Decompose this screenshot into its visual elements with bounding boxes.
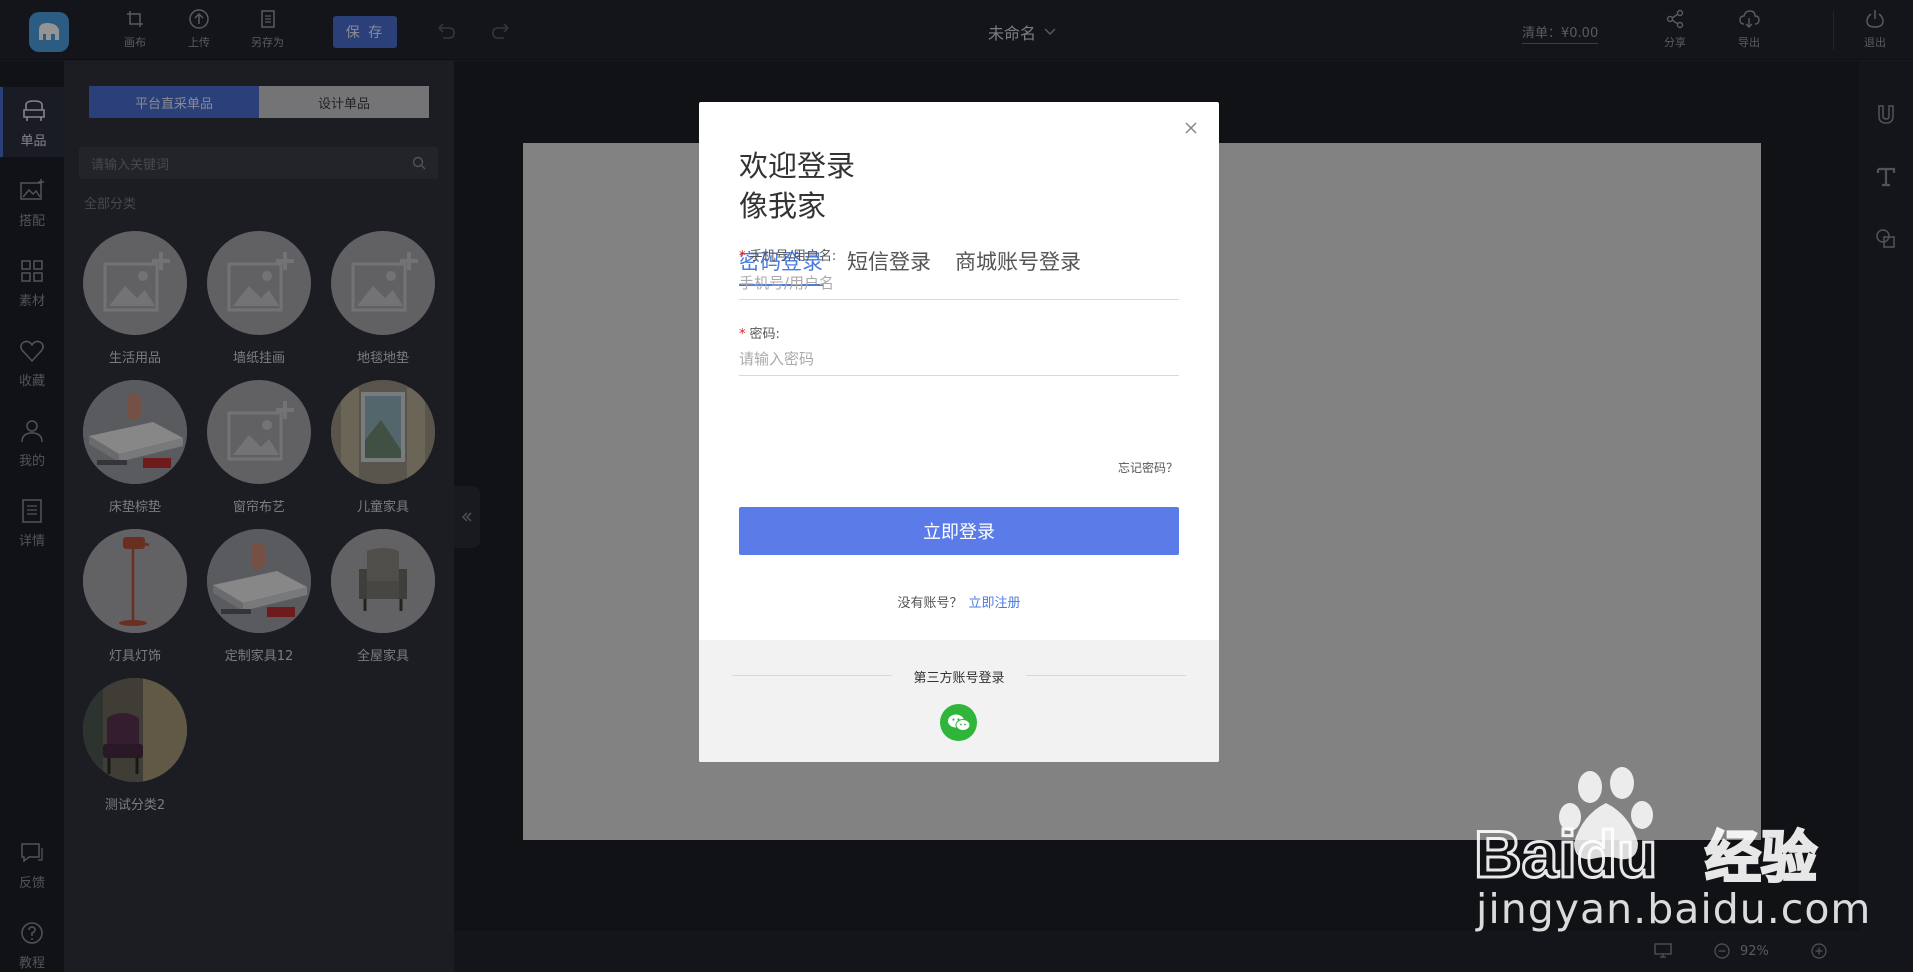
username-label-text: 手机号/用户名:: [749, 249, 837, 264]
no-account-text: 没有账号？: [897, 596, 963, 611]
watermark-brand-cn: 经验: [1705, 826, 1817, 891]
watermark-brand: Baidu: [1474, 817, 1657, 891]
password-input[interactable]: 请输入密码: [739, 342, 1179, 376]
third-party-label: 第三方账号登录: [913, 671, 1005, 686]
username-label: * 手机号/用户名:: [739, 245, 836, 264]
password-placeholder: 请输入密码: [739, 350, 815, 368]
forgot-password-link[interactable]: 忘记密码？: [1118, 459, 1178, 476]
password-label-text: 密码:: [749, 327, 780, 342]
register-link[interactable]: 立即注册: [969, 596, 1021, 611]
wechat-login-button[interactable]: [940, 704, 977, 741]
dialog-title-line2: 像我家: [739, 189, 827, 223]
login-dialog: 欢迎登录 像我家 密码登录 短信登录 商城账号登录 * 手机号/用户名: 手机号/…: [699, 102, 1219, 762]
wechat-icon: [947, 714, 970, 731]
dialog-title-line1: 欢迎登录: [739, 149, 856, 183]
required-marker: *: [739, 327, 746, 342]
password-label: * 密码:: [739, 323, 780, 342]
username-input[interactable]: 手机号/用户名: [739, 266, 1179, 300]
login-button[interactable]: 立即登录: [739, 507, 1179, 555]
required-marker: *: [739, 249, 746, 264]
third-party-login: 第三方账号登录: [699, 640, 1219, 762]
register-row: 没有账号？ 立即注册: [699, 592, 1219, 611]
username-placeholder: 手机号/用户名: [739, 274, 835, 292]
dialog-title: 欢迎登录 像我家: [739, 146, 855, 226]
watermark-url: jingyan.baidu.com: [1476, 885, 1872, 933]
close-icon[interactable]: [1183, 120, 1199, 136]
